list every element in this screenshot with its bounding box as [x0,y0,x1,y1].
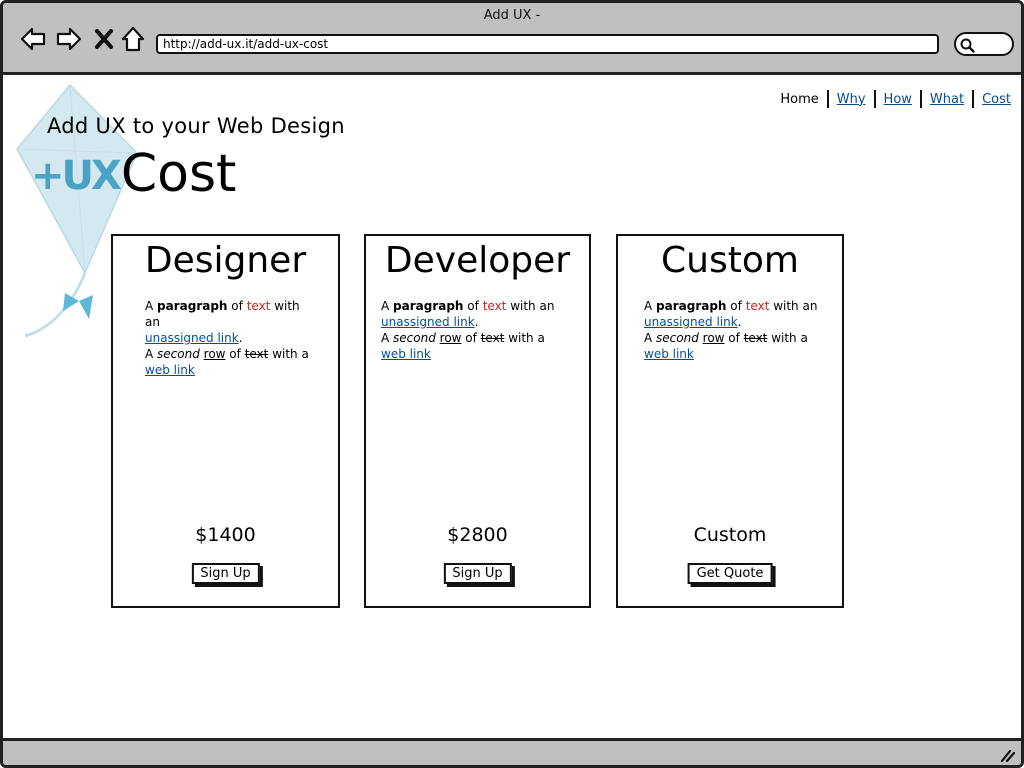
card-price: Custom [693,524,767,546]
top-nav: Home Why How What Cost [780,90,1011,108]
sign-up-button[interactable]: Sign Up [191,563,260,584]
get-quote-button[interactable]: Get Quote [687,563,773,584]
unassigned-link[interactable]: unassigned link [381,315,475,329]
home-icon[interactable] [119,25,147,53]
card-title: Custom [661,240,799,281]
page-content: Home Why How What Cost Add UX to your We… [3,78,1021,741]
window-title: Add UX - [483,8,541,23]
nav-divider [972,90,975,108]
back-icon[interactable] [19,25,47,53]
card-description: A paragraph of text with an unassigned l… [145,299,309,377]
search-field[interactable] [954,32,1014,56]
card-price: $2800 [447,524,508,546]
card-price: $1400 [195,524,256,546]
card-title: Developer [384,240,571,281]
pricing-card-designer: Designer A paragraph of text with an una… [111,234,340,608]
pricing-card-custom: Custom A paragraph of text with an unass… [616,234,844,608]
forward-icon[interactable] [55,25,83,53]
card-description: A paragraph of text with an unassigned l… [381,299,555,361]
url-input[interactable]: http://add-ux.it/add-ux-cost [156,34,939,54]
browser-window: Add UX - http://add-ux.it/add-ux-cost Ho… [0,0,1024,768]
brand-logo: +UX [31,153,122,199]
web-link[interactable]: web link [381,347,431,361]
unassigned-link[interactable]: unassigned link [644,315,738,329]
nav-divider [919,90,922,108]
header-title-row: +UX Cost [31,146,236,202]
nav-what[interactable]: What [930,92,964,107]
tagline: Add UX to your Web Design [47,114,345,138]
nav-home[interactable]: Home [780,92,818,107]
nav-divider [873,90,876,108]
card-title: Designer [144,240,307,281]
unassigned-link[interactable]: unassigned link [145,331,239,345]
nav-cost[interactable]: Cost [982,92,1011,107]
page-title: Cost [120,144,237,204]
web-link[interactable]: web link [145,363,195,377]
nav-how[interactable]: How [884,92,912,107]
nav-why[interactable]: Why [837,92,866,107]
search-icon [960,38,975,53]
card-description: A paragraph of text with an unassigned l… [644,299,818,361]
sign-up-button[interactable]: Sign Up [443,563,512,584]
browser-chrome: Add UX - http://add-ux.it/add-ux-cost [3,3,1021,75]
pricing-card-developer: Developer A paragraph of text with an un… [364,234,591,608]
nav-divider [826,90,829,108]
web-link[interactable]: web link [644,347,694,361]
status-bar [3,738,1021,765]
close-icon[interactable] [90,25,118,53]
resize-grip-icon[interactable] [999,746,1015,762]
